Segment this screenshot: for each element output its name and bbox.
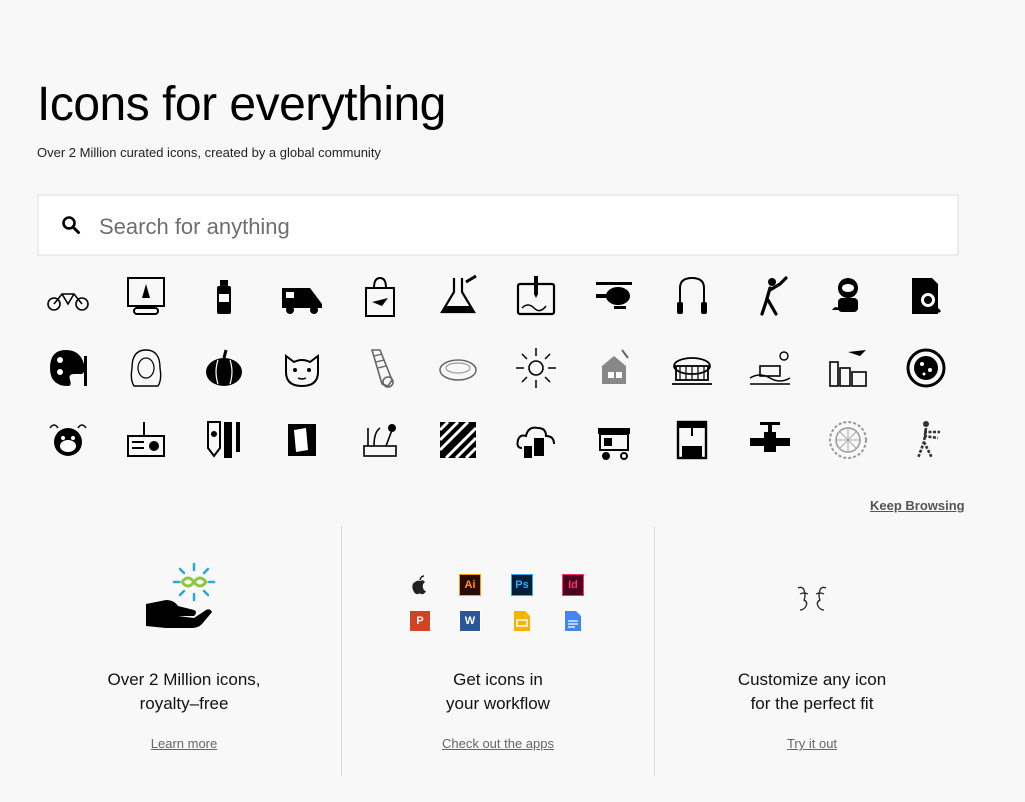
gardening-icon[interactable] (342, 408, 418, 472)
cloud-devices-icon[interactable] (498, 408, 574, 472)
search-icon (62, 216, 80, 234)
monkey-face-icon[interactable] (30, 408, 106, 472)
stadium-icon[interactable] (654, 336, 730, 400)
word-icon: W (459, 610, 481, 632)
learn-more-link[interactable]: Learn more (151, 736, 217, 751)
shopping-bag-plane-icon[interactable] (342, 264, 418, 328)
petri-dish-icon[interactable] (888, 336, 964, 400)
astronaut-icon[interactable] (810, 264, 886, 328)
pumpkin-icon[interactable] (186, 336, 262, 400)
arcade-claw-machine-icon[interactable] (654, 408, 730, 472)
city-airplane-icon[interactable] (810, 336, 886, 400)
google-docs-icon (562, 610, 584, 632)
pipe-valve-icon[interactable] (732, 408, 808, 472)
keep-browsing-link[interactable]: Keep Browsing (870, 498, 965, 513)
search-input[interactable] (97, 210, 901, 244)
feature-title: Over 2 Million icons, royalty–free (107, 670, 261, 713)
screw-icon[interactable] (342, 336, 418, 400)
tablet-pen-icon[interactable] (498, 264, 574, 328)
arcade-game-icon[interactable] (108, 264, 184, 328)
soap-bar-icon[interactable] (420, 336, 496, 400)
jump-rope-icon[interactable] (654, 264, 730, 328)
circular-pattern-icon[interactable] (810, 408, 886, 472)
indesign-icon: Id (562, 574, 584, 596)
house-blocks-icon[interactable] (576, 336, 652, 400)
illustrator-icon: Ai (459, 574, 481, 596)
search-bar[interactable] (37, 194, 959, 256)
page-subtitle: Over 2 Million curated icons, created by… (37, 145, 381, 160)
paint-palette-icon[interactable] (30, 336, 106, 400)
photoshop-icon: Ps (511, 574, 533, 596)
cricket-player-icon[interactable] (732, 264, 808, 328)
feature-title: Customize any icon for the perfect fit (737, 670, 887, 713)
page-title: Icons for everything (37, 78, 446, 131)
feature-workflow: Ai Ps Id P W Get icons in your workflow Check… (342, 526, 654, 776)
spray-can-icon[interactable] (186, 264, 262, 328)
helicopter-icon[interactable] (576, 264, 652, 328)
google-slides-icon (511, 610, 533, 632)
tandem-bicycle-icon[interactable] (30, 264, 106, 328)
divider (654, 526, 655, 776)
woman-portrait-icon[interactable] (108, 336, 184, 400)
feature-title: Get icons in your workflow (446, 670, 550, 713)
powerpoint-icon: P (409, 610, 431, 632)
radio-device-icon[interactable] (108, 408, 184, 472)
art-supplies-icon[interactable] (186, 408, 262, 472)
face-outline-icon (797, 586, 827, 611)
zebra-crossing-icon[interactable] (420, 408, 496, 472)
apple-icon (409, 574, 431, 596)
lab-flask-icon[interactable] (420, 264, 496, 328)
try-it-out-link[interactable]: Try it out (787, 736, 837, 751)
food-cart-icon[interactable] (576, 408, 652, 472)
check-out-apps-link[interactable]: Check out the apps (442, 736, 554, 751)
document-search-icon[interactable] (888, 264, 964, 328)
zombie-walking-icon[interactable] (888, 408, 964, 472)
camper-landscape-icon[interactable] (732, 336, 808, 400)
hand-infinity-icon (146, 562, 216, 628)
paper-note-icon[interactable] (264, 408, 340, 472)
feature-customize: Customize any icon for the perfect fit Tr… (656, 526, 968, 776)
airport-stairs-truck-icon[interactable] (264, 264, 340, 328)
feature-royalty-free: Over 2 Million icons, royalty–free Learn … (28, 526, 340, 776)
sun-rays-icon[interactable] (498, 336, 574, 400)
cat-face-icon[interactable] (264, 336, 340, 400)
